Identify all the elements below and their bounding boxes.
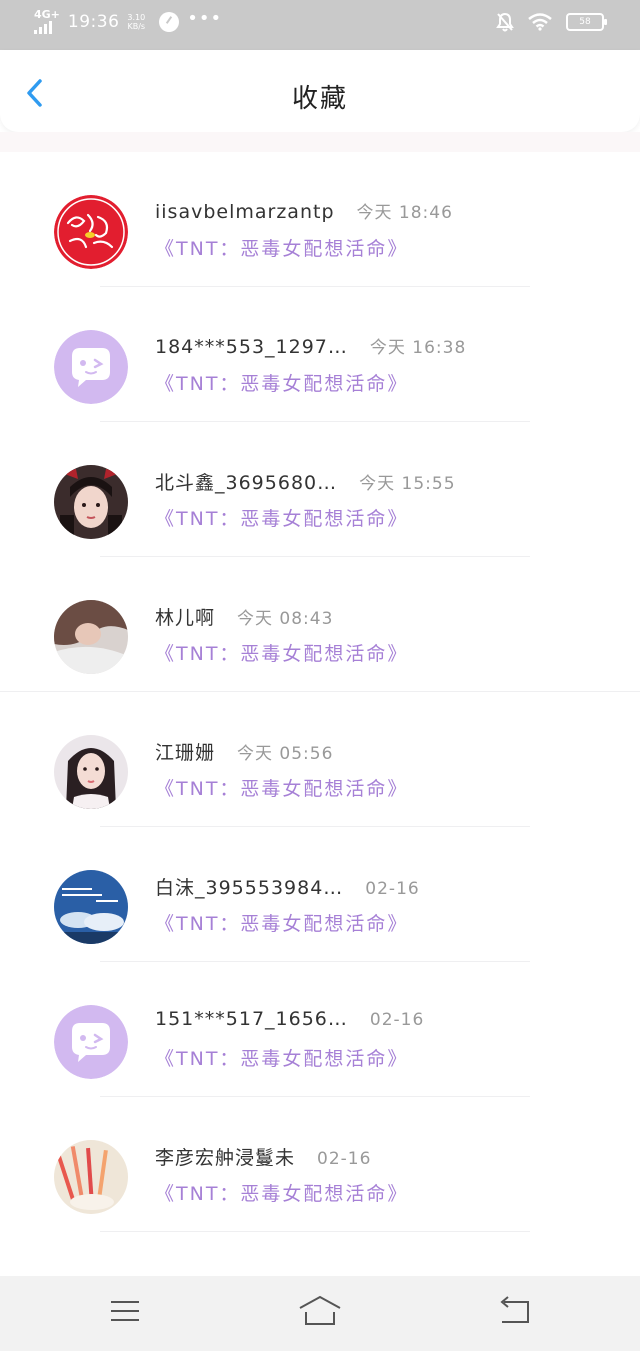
mute-bell-icon [496,12,514,32]
avatar[interactable] [54,465,128,539]
divider [100,1231,530,1232]
system-nav-bar [0,1276,640,1351]
book-title-link[interactable]: 《TNT：恶毒女配想活命》 [155,639,408,666]
user-name-row: 白沫_395553984… 02-16 [155,873,420,900]
app-header: 收藏 [0,50,640,132]
header-separator [0,132,640,152]
avatar[interactable] [54,1005,128,1079]
favorite-time: 02-16 [369,1010,425,1030]
favorite-time: 今天 18:46 [356,203,453,223]
book-title-link[interactable]: 《TNT：恶毒女配想活命》 [155,909,408,936]
battery-icon: 58 [566,13,607,31]
list-item[interactable]: 184***553_1297… 今天 16:38 《TNT：恶毒女配想活命》 [0,287,640,422]
avatar[interactable] [54,1140,128,1214]
network-speed-value: 3.10 [127,12,146,22]
book-title-link[interactable]: 《TNT：恶毒女配想活命》 [155,234,408,261]
signal-indicator: 4G+ [34,9,60,34]
user-name-row: 李彦宏舯浸鬘未 02-16 [155,1143,371,1170]
network-speed-unit: KB/s [127,21,146,31]
user-name-row: iisavbelmarzantp 今天 18:46 [155,198,453,223]
signal-bars-icon [34,20,52,34]
list-item[interactable]: iisavbelmarzantp 今天 18:46 《TNT：恶毒女配想活命》 [0,152,640,287]
avatar[interactable] [54,195,128,269]
list-item[interactable]: 林儿啊 今天 08:43 《TNT：恶毒女配想活命》 [0,557,640,692]
user-name: 白沫_395553984… [155,877,344,899]
list-item[interactable]: 李彦宏舯浸鬘未 02-16 《TNT：恶毒女配想活命》 [0,1097,640,1232]
user-name: 151***517_1656… [155,1008,348,1030]
favorite-time: 今天 16:38 [369,338,467,358]
favorite-time: 02-16 [365,879,420,899]
list-item[interactable]: 北斗鑫_3695680… 今天 15:55 《TNT：恶毒女配想活命》 [0,422,640,557]
avatar[interactable] [54,870,128,944]
battery-level: 58 [579,17,591,27]
list-item[interactable]: 151***517_1656… 02-16 《TNT：恶毒女配想活命》 [0,962,640,1097]
book-title-link[interactable]: 《TNT：恶毒女配想活命》 [155,1179,408,1206]
user-name-row: 林儿啊 今天 08:43 [155,603,333,630]
favorite-time: 今天 15:55 [359,474,456,494]
user-name-row: 北斗鑫_3695680… 今天 15:55 [155,468,456,495]
app-notification-icon [159,11,180,32]
book-title-link[interactable]: 《TNT：恶毒女配想活命》 [155,369,408,396]
favorites-list: iisavbelmarzantp 今天 18:46 《TNT：恶毒女配想活命》 1… [0,152,640,1232]
more-notifications-icon: ••• [187,8,223,29]
favorite-time: 今天 05:56 [237,744,334,764]
user-name: 北斗鑫_3695680… [155,472,338,494]
network-type: 4G+ [34,8,60,21]
user-name-row: 151***517_1656… 02-16 [155,1008,424,1030]
user-name: iisavbelmarzantp [155,201,335,223]
user-name: 林儿啊 [155,607,216,629]
menu-icon[interactable] [105,1294,145,1328]
wifi-icon [528,13,552,31]
return-icon[interactable] [496,1294,536,1328]
avatar[interactable] [54,735,128,809]
user-name: 184***553_1297… [155,336,348,358]
avatar[interactable] [54,330,128,404]
favorite-time: 今天 08:43 [237,609,334,629]
book-title-link[interactable]: 《TNT：恶毒女配想活命》 [155,1044,408,1071]
home-icon[interactable] [298,1294,342,1328]
status-bar: 4G+ 19:36 3.10 KB/s ••• 58 [0,0,640,50]
clock: 19:36 [67,11,120,32]
user-name: 李彦宏舯浸鬘未 [155,1147,296,1169]
avatar[interactable] [54,600,128,674]
favorite-time: 02-16 [317,1149,372,1169]
user-name-row: 江珊姗 今天 05:56 [155,738,333,765]
book-title-link[interactable]: 《TNT：恶毒女配想活命》 [155,774,408,801]
book-title-link[interactable]: 《TNT：恶毒女配想活命》 [155,504,408,531]
network-speed: 3.10 KB/s [127,13,145,31]
page-title: 收藏 [291,84,348,114]
user-name-row: 184***553_1297… 今天 16:38 [155,333,466,358]
list-item[interactable]: 江珊姗 今天 05:56 《TNT：恶毒女配想活命》 [0,692,640,827]
user-name: 江珊姗 [155,742,216,764]
list-item[interactable]: 白沫_395553984… 02-16 《TNT：恶毒女配想活命》 [0,827,640,962]
